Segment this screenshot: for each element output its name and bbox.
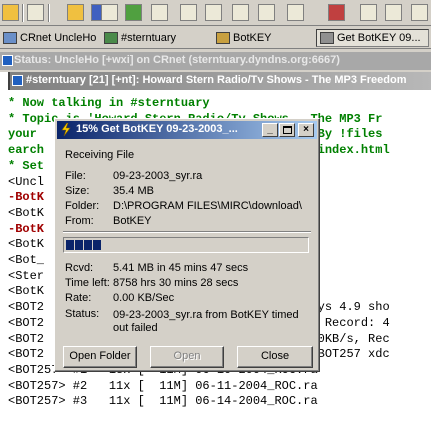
notify-icon[interactable] — [205, 4, 222, 21]
maximize-icon — [282, 126, 292, 134]
colors-icon[interactable] — [180, 4, 197, 21]
arrange-icon[interactable] — [328, 4, 345, 21]
toolbar — [0, 0, 431, 26]
from-value: BotKEY — [113, 215, 152, 227]
dcc-get-dialog[interactable]: 15% Get BotKEY 09-23-2003_... _ × Receiv… — [54, 118, 320, 372]
switchbar-item-label: Get BotKEY 09... — [337, 32, 421, 44]
toolbar-separator — [48, 4, 50, 22]
switchbar-item-label: BotKEY — [233, 32, 272, 44]
chat-line: <BotK — [8, 205, 45, 220]
minimize-icon: _ — [267, 124, 273, 135]
status-window-title: Status: UncleHo [+wxi] on CRnet (sterntu… — [14, 54, 340, 66]
close-window-button[interactable]: × — [298, 123, 314, 137]
open-button[interactable]: Open — [150, 346, 224, 368]
switchbar-item-query[interactable]: BotKEY — [213, 29, 275, 47]
connect-icon[interactable] — [2, 4, 19, 21]
chat-line: * Set — [8, 158, 45, 173]
switchbar-item-label: #sterntuary — [121, 32, 177, 44]
rcvd-label: Rcvd: — [65, 262, 94, 274]
file-value: 09-23-2003_syr.ra — [113, 170, 203, 182]
receiving-label: Receiving File — [65, 149, 135, 161]
query-icon — [216, 32, 230, 44]
status-value: 09-23-2003_syr.ra from BotKEY timed out … — [113, 309, 299, 334]
folder-icon[interactable] — [67, 4, 84, 21]
switchbar: CRnet UncleHo #sterntuary BotKEY Get Bot… — [0, 27, 431, 49]
lightning-icon — [61, 123, 71, 136]
background-window-edge — [0, 72, 8, 424]
minimize-button[interactable]: _ — [262, 123, 278, 137]
help-icon[interactable] — [360, 4, 377, 21]
channels-icon[interactable] — [101, 4, 118, 21]
chat-line: <Uncl — [8, 174, 45, 189]
chat-line: -BotK — [8, 190, 45, 205]
window-icon — [2, 55, 13, 66]
chat-line: * Now talking in #sterntuary — [8, 96, 210, 110]
chat-line: <BotK — [8, 284, 45, 299]
url-icon[interactable] — [232, 4, 249, 21]
file-label: File: — [65, 170, 86, 182]
dialog-title: 15% Get BotKEY 09-23-2003_... — [76, 123, 238, 135]
chat-line: -BotK — [8, 221, 45, 236]
open-folder-button[interactable]: Open Folder — [63, 346, 137, 368]
channel-window-titlebar[interactable]: #sterntuary [21] [+nt]: Howard Stern Rad… — [10, 72, 431, 90]
toolbar-separator — [22, 4, 24, 22]
divider — [63, 231, 311, 233]
maximize-button[interactable] — [279, 123, 295, 137]
switchbar-item-status[interactable]: CRnet UncleHo — [0, 29, 99, 47]
dcc-get-icon — [320, 32, 334, 44]
dialog-titlebar[interactable]: 15% Get BotKEY 09-23-2003_... _ × — [57, 121, 317, 139]
dcc-icon[interactable] — [125, 4, 142, 21]
folder-value: D:\PROGRAM FILES\MIRC\download\ — [113, 200, 302, 212]
time-left-value: 8758 hrs 30 mins 28 secs — [113, 277, 239, 289]
status-label: Status: — [65, 308, 100, 320]
channel-icon — [104, 32, 118, 44]
channel-window-title: #sterntuary [21] [+nt]: Howard Stern Rad… — [26, 74, 407, 86]
close-button[interactable]: Close — [237, 346, 313, 368]
time-left-label: Time left: — [65, 277, 110, 289]
switchbar-item-dcc-get[interactable]: Get BotKEY 09... — [316, 29, 429, 47]
chat-line: <BOT257> #3 11x [ 11M] 06-14-2004_ROC.ra — [8, 394, 318, 409]
size-label: Size: — [65, 185, 90, 197]
from-label: From: — [65, 215, 94, 227]
size-value: 35.4 MB — [113, 185, 154, 197]
switchbar-item-label: CRnet UncleHo — [20, 32, 97, 44]
close-icon: × — [303, 124, 309, 135]
options-icon[interactable] — [27, 4, 44, 21]
rate-value: 0.00 KB/Sec — [113, 292, 175, 304]
about-icon[interactable] — [385, 4, 402, 21]
rate-label: Rate: — [65, 292, 92, 304]
chat-line: <Bot_ — [8, 253, 45, 267]
progress-bar — [63, 237, 309, 253]
status-window[interactable]: Status: UncleHo [+wxi] on CRnet (sterntu… — [0, 52, 431, 70]
progress-fill — [66, 240, 102, 250]
switchbar-item-channel[interactable]: #sterntuary — [101, 29, 179, 47]
extra-icon[interactable] — [411, 4, 428, 21]
chat-line: <BotK — [8, 237, 45, 252]
timer-icon[interactable] — [151, 4, 168, 21]
chat-line: <Ster — [8, 268, 45, 283]
window-icon — [12, 75, 23, 86]
cascade-icon[interactable] — [287, 4, 304, 21]
rcvd-value: 5.41 MB in 45 mins 47 secs — [113, 262, 249, 274]
tile-icon[interactable] — [258, 4, 275, 21]
chat-line: <BOT257> #2 11x [ 11M] 06-11-2004_ROC.ra — [8, 378, 318, 393]
folder-label: Folder: — [65, 200, 100, 212]
status-icon — [3, 32, 17, 44]
